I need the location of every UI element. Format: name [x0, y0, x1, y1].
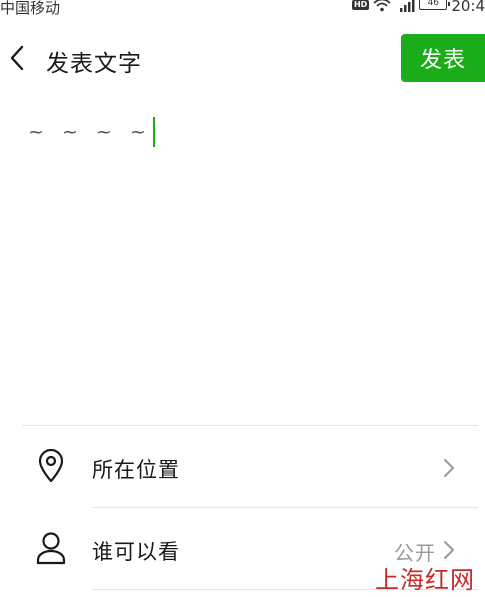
clock: 20:4 [451, 0, 485, 15]
person-icon [36, 532, 66, 565]
visibility-label: 谁可以看 [92, 540, 180, 564]
page-title: 发表文字 [46, 51, 142, 77]
location-label: 所在位置 [92, 458, 180, 482]
watermark: 上海红网 [375, 566, 475, 594]
back-button[interactable] [4, 40, 30, 76]
location-row[interactable]: 所在位置 [22, 427, 478, 507]
back-chevron-icon [10, 45, 24, 71]
location-pin-icon [38, 449, 64, 483]
post-text-content: ~ ~ ~ ~ [28, 121, 152, 143]
hd-icon: HD [351, 0, 370, 10]
text-cursor [152, 117, 155, 147]
divider [22, 425, 478, 426]
wifi-icon [373, 0, 391, 12]
signal-icon [400, 0, 415, 12]
header: 发表文字 发表 [0, 34, 485, 84]
chevron-right-icon [444, 541, 454, 559]
publish-button[interactable]: 发表 [401, 34, 485, 82]
status-bar: 中国移动 HD 46 20:4 [0, 0, 485, 18]
divider [92, 507, 478, 508]
carrier-name: 中国移动 [0, 0, 61, 17]
battery-icon: 46 [419, 0, 451, 10]
status-indicators: HD 46 20:4 [351, 0, 485, 15]
chevron-right-icon [444, 459, 454, 477]
post-text-input[interactable]: ~ ~ ~ ~ [28, 112, 468, 152]
